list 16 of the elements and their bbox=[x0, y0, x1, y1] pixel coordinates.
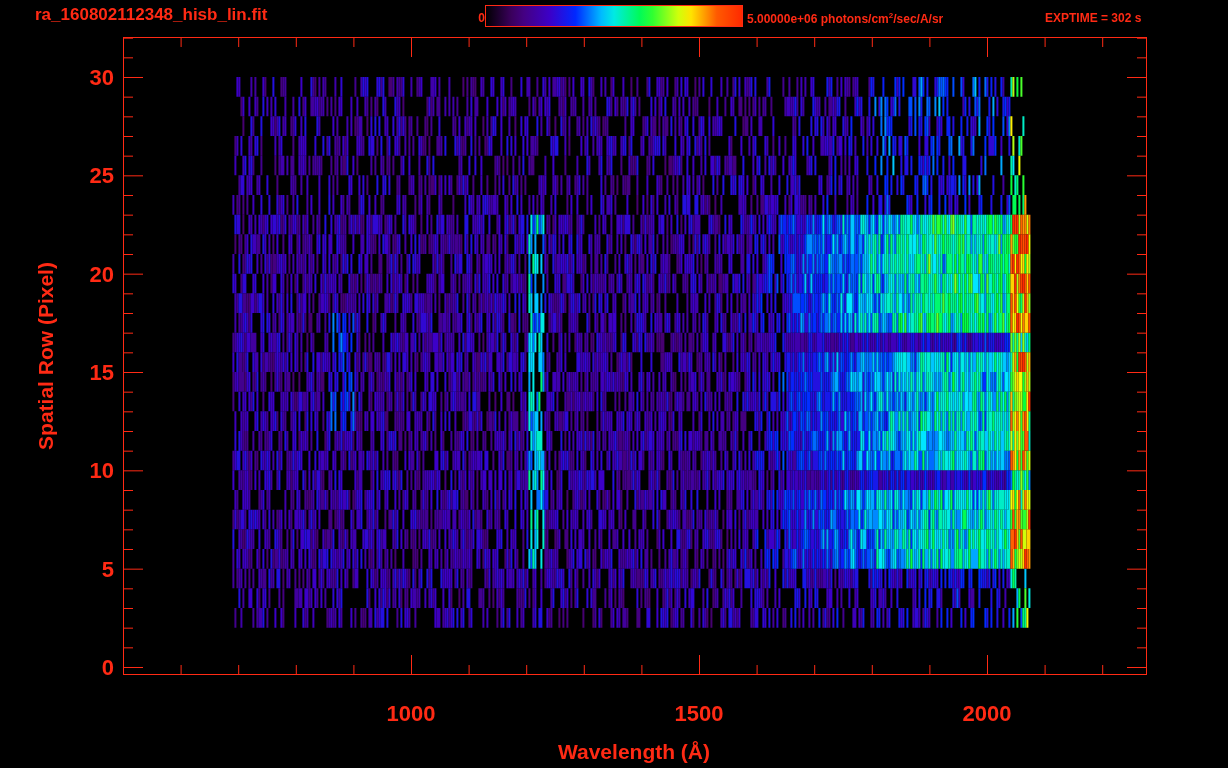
y-tick-label: 30 bbox=[89, 65, 114, 90]
colorbar-max-label: 5.00000e+06 photons/cm$^{2}$/sec/A/sr bbox=[747, 11, 945, 26]
y-tick-label: 15 bbox=[89, 360, 114, 385]
y-tick-label: 25 bbox=[89, 163, 114, 189]
x-tick-label: 1000 bbox=[386, 701, 436, 726]
x-axis-label: Wavelength (Å) bbox=[557, 740, 711, 763]
file-title: ra_160802112348_hisb_lin.fit bbox=[35, 4, 269, 26]
exposure-time: EXPTIME = 302 s bbox=[1045, 11, 1142, 25]
colorbar-min-label: 0 bbox=[477, 11, 485, 25]
x-tick-label: 1500 bbox=[674, 701, 724, 726]
y-tick-label: 20 bbox=[89, 261, 114, 287]
y-tick-label: 5 bbox=[101, 556, 114, 582]
y-tick-label: 10 bbox=[89, 458, 114, 484]
x-tick-label: 2000 bbox=[962, 701, 1012, 726]
y-tick-label: 0 bbox=[101, 655, 114, 680]
y-axis-label: Spatial Row (Pixel) bbox=[34, 262, 57, 450]
